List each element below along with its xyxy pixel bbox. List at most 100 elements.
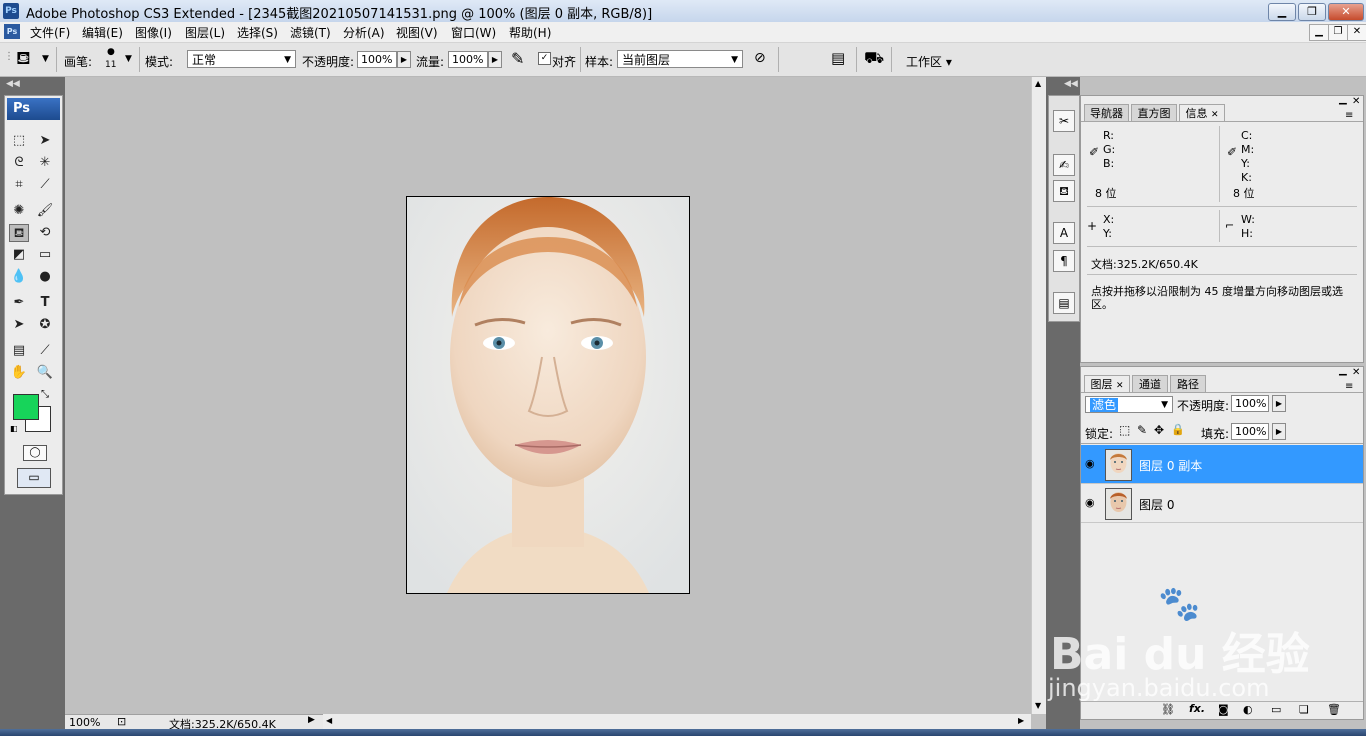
doc-close-button[interactable]: ✕	[1347, 24, 1366, 41]
tab-navigator[interactable]: 导航器	[1084, 104, 1129, 121]
doc-minimize-button[interactable]: ▁	[1309, 24, 1329, 41]
panel-close-icon[interactable]: ✕	[1352, 367, 1360, 378]
palette-well-icon[interactable]: ▤	[831, 49, 845, 67]
lock-pixels-icon[interactable]: ✎	[1137, 423, 1147, 437]
collapse-arrows-icon[interactable]: ◀◀	[6, 79, 20, 89]
foreground-color-swatch-top[interactable]	[13, 394, 39, 420]
menu-image[interactable]: 图像(I)	[135, 24, 172, 41]
layer-opacity-slider-button[interactable]: ▶	[1272, 395, 1286, 412]
healing-brush-tool-icon[interactable]: ✺	[9, 202, 29, 220]
layer-row-copy[interactable]: ◉ 图层 0 副本	[1081, 445, 1363, 483]
doc-restore-button[interactable]: ❐	[1328, 24, 1348, 41]
restore-button[interactable]: ❐	[1298, 3, 1326, 21]
menu-edit[interactable]: 编辑(E)	[82, 24, 123, 41]
tab-histogram[interactable]: 直方图	[1131, 104, 1177, 121]
slice-tool-icon[interactable]: ⟋	[35, 176, 55, 194]
quick-mask-icon[interactable]: ◯	[23, 445, 47, 461]
fill-slider-button[interactable]: ▶	[1272, 423, 1286, 440]
history-brush-tool-icon[interactable]: ⟲	[35, 224, 55, 242]
layer-style-fx-icon[interactable]: fx.	[1189, 702, 1205, 715]
clone-source-icon[interactable]: ⛾	[1053, 180, 1075, 202]
tab-paths[interactable]: 路径	[1170, 375, 1206, 392]
scroll-down-icon[interactable]: ▼	[1035, 701, 1041, 710]
brushes-icon[interactable]: ✍	[1053, 154, 1075, 176]
visibility-eye-icon[interactable]: ◉	[1085, 457, 1095, 470]
menu-window[interactable]: 窗口(W)	[451, 24, 496, 41]
clone-stamp-tool-icon[interactable]: ⛾	[9, 224, 29, 242]
path-selection-tool-icon[interactable]: ➤	[9, 316, 29, 334]
menu-file[interactable]: 文件(F)	[30, 24, 70, 41]
type-tool-icon[interactable]: T	[35, 294, 55, 312]
menu-view[interactable]: 视图(V)	[396, 24, 438, 41]
layer-comps-icon[interactable]: ▤	[1053, 292, 1075, 314]
tool-preset-chevron-icon[interactable]: ▼	[42, 54, 49, 64]
character-icon[interactable]: A	[1053, 222, 1075, 244]
new-layer-icon[interactable]: ❏	[1299, 703, 1309, 716]
crop-tool-icon[interactable]: ⌗	[9, 176, 29, 194]
eraser-tool-icon[interactable]: ◩	[9, 246, 29, 264]
menu-select[interactable]: 选择(S)	[237, 24, 278, 41]
vertical-scrollbar[interactable]: ▲ ▼	[1031, 77, 1047, 714]
lock-all-icon[interactable]: 🔒	[1171, 423, 1185, 436]
panel-menu-icon[interactable]: ≡	[1345, 110, 1353, 121]
scroll-left-icon[interactable]: ◀	[326, 716, 332, 725]
adjustment-layer-icon[interactable]: ◐	[1243, 703, 1253, 716]
layer-name[interactable]: 图层 0 副本	[1139, 457, 1202, 474]
document-icon[interactable]: Ps	[4, 24, 20, 39]
tab-info[interactable]: 信息 ✕	[1179, 104, 1225, 122]
panel-minimize-icon[interactable]: ▁	[1339, 94, 1347, 105]
panel-close-icon[interactable]: ✕	[1352, 96, 1360, 107]
notes-tool-icon[interactable]: ▤	[9, 342, 29, 360]
ignore-adjustment-layers-icon[interactable]: ⊘	[754, 50, 766, 66]
layer-row-base[interactable]: ◉ 图层 0	[1081, 484, 1363, 522]
horizontal-scrollbar[interactable]: ◀ ▶	[323, 714, 1031, 729]
new-group-icon[interactable]: ▭	[1271, 703, 1281, 716]
blur-tool-icon[interactable]: 💧	[9, 268, 29, 286]
hand-tool-icon[interactable]: ✋	[9, 364, 29, 382]
eyedropper-tool-icon[interactable]: ⟋	[35, 342, 55, 360]
panel-menu-icon[interactable]: ≡	[1345, 381, 1353, 392]
menu-help[interactable]: 帮助(H)	[509, 24, 551, 41]
brush-picker-chevron-icon[interactable]: ▼	[125, 54, 132, 64]
add-mask-icon[interactable]: ◙	[1218, 703, 1229, 716]
lasso-tool-icon[interactable]: ᘓ	[9, 154, 29, 172]
flow-slider-button[interactable]: ▶	[488, 51, 502, 68]
minimize-button[interactable]: ▁	[1268, 3, 1296, 21]
delete-layer-icon[interactable]: 🗑	[1327, 703, 1341, 716]
tab-close-icon[interactable]: ✕	[1116, 381, 1124, 391]
menu-filter[interactable]: 滤镜(T)	[290, 24, 331, 41]
sample-select[interactable]: 当前图层 ▼	[617, 50, 743, 68]
layer-name[interactable]: 图层 0	[1139, 496, 1174, 513]
layer-opacity-input[interactable]: 100%	[1231, 395, 1269, 412]
screen-mode-icon[interactable]: ▭	[17, 468, 51, 488]
bridge-icon[interactable]: ⛟	[864, 48, 884, 69]
paragraph-icon[interactable]: ¶	[1053, 250, 1075, 272]
flow-input[interactable]: 100%	[448, 51, 488, 68]
status-options-icon[interactable]: ⊡	[117, 715, 126, 728]
lock-position-icon[interactable]: ✥	[1154, 423, 1164, 437]
scroll-up-icon[interactable]: ▲	[1035, 79, 1041, 88]
swap-colors-icon[interactable]: ⤡	[41, 389, 49, 400]
gradient-tool-icon[interactable]: ▭	[35, 246, 55, 264]
opacity-slider-button[interactable]: ▶	[397, 51, 411, 68]
workspace-menu[interactable]: 工作区 ▾	[906, 53, 952, 70]
document-image[interactable]	[406, 196, 690, 594]
opacity-input[interactable]: 100%	[357, 51, 397, 68]
lock-transparent-icon[interactable]: ⬚	[1119, 423, 1130, 437]
close-button[interactable]: ✕	[1328, 3, 1364, 21]
zoom-level[interactable]: 100%	[69, 716, 100, 729]
clone-stamp-tool-icon[interactable]: ⛾	[16, 48, 31, 72]
tab-close-icon[interactable]: ✕	[1211, 110, 1219, 120]
brush-dot-icon[interactable]: ●	[107, 47, 115, 57]
custom-shape-tool-icon[interactable]: ✪	[35, 316, 55, 334]
scroll-right-icon[interactable]: ▶	[1018, 716, 1024, 725]
default-colors-icon[interactable]: ◧	[10, 424, 18, 433]
pen-tool-icon[interactable]: ✒	[9, 294, 29, 312]
toolbox-logo[interactable]: Ps	[7, 98, 60, 120]
dodge-tool-icon[interactable]: ●	[35, 268, 55, 286]
panel-minimize-icon[interactable]: ▁	[1339, 365, 1347, 376]
menu-layer[interactable]: 图层(L)	[185, 24, 225, 41]
zoom-tool-icon[interactable]: 🔍	[35, 364, 55, 382]
tab-layers[interactable]: 图层 ✕	[1084, 375, 1130, 393]
fill-input[interactable]: 100%	[1231, 423, 1269, 440]
